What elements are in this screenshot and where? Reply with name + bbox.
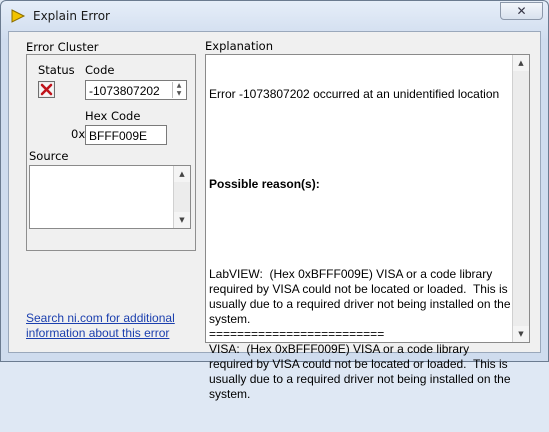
source-label: Source (29, 149, 69, 163)
explanation-text-area[interactable]: Error -1073807202 occurred at an unident… (205, 54, 530, 401)
code-field[interactable]: -1073807202 ▲ ▼ (85, 80, 187, 100)
explanation-label: Explanation (205, 39, 273, 53)
scroll-up-icon[interactable]: ▲ (513, 55, 529, 71)
link-line-1[interactable]: Search ni.com for additional (26, 311, 175, 326)
close-button[interactable]: ✕ (500, 2, 543, 20)
close-icon: ✕ (516, 4, 527, 18)
hex-code-value: BFFF009E (89, 129, 148, 143)
scroll-down-icon[interactable]: ▼ (174, 212, 190, 228)
error-x-icon (40, 83, 53, 96)
scroll-up-icon[interactable]: ▲ (174, 166, 190, 182)
source-field[interactable]: ▲ ▼ (29, 165, 191, 229)
search-ni-link[interactable]: Search ni.com for additional information… (26, 311, 175, 341)
status-label: Status (38, 63, 75, 77)
hex-code-label: Hex Code (85, 109, 141, 123)
error-summary-line: Error -1073807202 occurred at an unident… (209, 87, 500, 101)
error-cluster-label: Error Cluster (26, 40, 99, 54)
explanation-scrollbar[interactable]: ▲ ▼ (512, 55, 529, 342)
scroll-down-icon[interactable]: ▼ (513, 326, 529, 342)
code-label: Code (85, 63, 115, 77)
labview-app-icon (11, 9, 26, 23)
hex-prefix: 0x (71, 127, 86, 141)
code-value: -1073807202 (89, 84, 160, 98)
explanation-content: Error -1073807202 occurred at an unident… (209, 57, 511, 432)
dialog-body: Error Cluster Status Code -1073807202 ▲ … (8, 31, 541, 401)
title-bar[interactable]: Explain Error ✕ (1, 1, 548, 31)
increment-icon[interactable]: ▲ (173, 82, 185, 90)
source-scrollbar[interactable]: ▲ ▼ (173, 166, 190, 228)
explain-error-window: Explain Error ✕ Error Cluster Status Cod… (0, 0, 549, 401)
explanation-body: LabVIEW: (Hex 0xBFFF009E) VISA or a code… (209, 267, 511, 401)
decrement-icon[interactable]: ▼ (173, 90, 185, 98)
window-title: Explain Error (33, 9, 110, 23)
hex-code-field[interactable]: BFFF009E (85, 125, 167, 145)
link-line-2[interactable]: information about this error (26, 326, 175, 341)
possible-reasons-heading: Possible reason(s): (209, 177, 320, 191)
status-indicator[interactable] (38, 81, 55, 98)
code-stepper[interactable]: ▲ ▼ (172, 82, 185, 98)
